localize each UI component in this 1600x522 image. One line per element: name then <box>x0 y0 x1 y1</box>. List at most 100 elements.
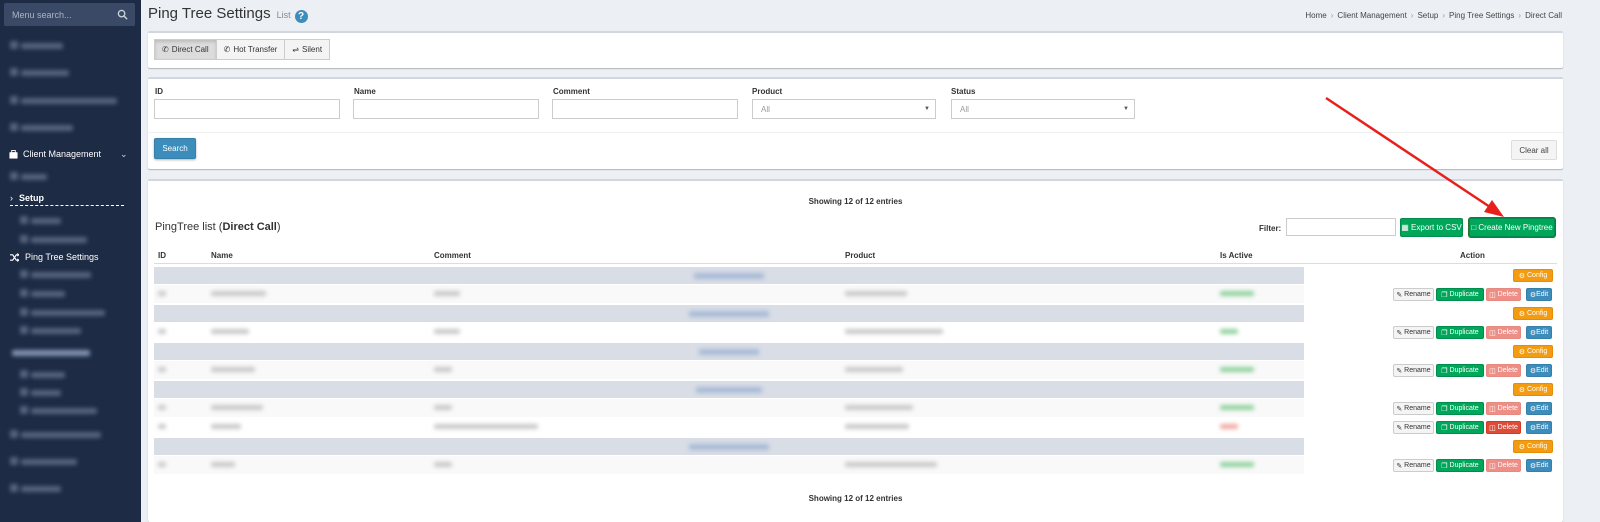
status-select-value: All <box>960 105 969 114</box>
breadcrumb-ping-tree-settings[interactable]: Ping Tree Settings <box>1449 11 1514 20</box>
breadcrumb-setup[interactable]: Setup <box>1417 11 1438 20</box>
product-select[interactable]: All ▼ <box>752 99 936 119</box>
breadcrumb-home[interactable]: Home <box>1305 11 1326 20</box>
sidebar-subitem-ping-tree-settings[interactable]: Ping Tree Settings <box>0 248 141 266</box>
delete-button[interactable]: ◫ Delete <box>1486 459 1521 472</box>
group-row <box>154 381 1304 398</box>
button-label: Duplicate <box>1449 462 1479 469</box>
sidebar-subitem-setup[interactable]: › Setup <box>10 191 124 206</box>
edit-button[interactable]: ⚙ Edit <box>1526 326 1552 339</box>
sidebar-item-blurred[interactable] <box>0 119 141 137</box>
rename-button[interactable]: ✎ Rename <box>1393 364 1434 377</box>
id-input[interactable] <box>154 99 340 119</box>
duplicate-button[interactable]: ❐ Duplicate <box>1436 288 1484 301</box>
config-button[interactable]: ⚙ Config <box>1513 269 1553 282</box>
column-header-is-active[interactable]: Is Active <box>1220 251 1253 260</box>
cogs-icon: ⚙ <box>1518 443 1526 451</box>
config-button[interactable]: ⚙ Config <box>1513 383 1553 396</box>
button-label: Rename <box>1404 462 1431 469</box>
rename-button[interactable]: ✎ Rename <box>1393 288 1434 301</box>
sidebar-subitem-blurred[interactable] <box>0 402 141 420</box>
status-select[interactable]: All ▼ <box>951 99 1135 119</box>
name-label: Name <box>354 87 376 96</box>
tab-hot-transfer[interactable]: ✆ Hot Transfer <box>216 39 286 60</box>
button-label: Create New Pingtree <box>1478 223 1553 232</box>
table-row <box>154 399 1304 417</box>
duplicate-button[interactable]: ❐ Duplicate <box>1436 402 1484 415</box>
clear-all-button[interactable]: Clear all <box>1511 140 1557 160</box>
entries-count-bottom: Showing 12 of 12 entries <box>808 494 903 503</box>
comment-input[interactable] <box>552 99 738 119</box>
tab-label: Direct Call <box>171 45 209 54</box>
export-csv-button[interactable]: ▦ Export to CSV <box>1400 218 1463 237</box>
breadcrumb-separator: › <box>1330 11 1334 20</box>
sidebar-item-blurred[interactable] <box>0 480 141 498</box>
config-button[interactable]: ⚙ Config <box>1513 307 1553 320</box>
sidebar-item-blurred[interactable] <box>0 92 141 110</box>
duplicate-button[interactable]: ❐ Duplicate <box>1436 421 1484 434</box>
sidebar-subitem-blurred[interactable] <box>0 384 141 402</box>
delete-button[interactable]: ◫ Delete <box>1486 288 1521 301</box>
delete-button[interactable]: ◫ Delete <box>1486 364 1521 377</box>
column-header-action: Action <box>1460 251 1485 260</box>
trash-icon: ◫ <box>1489 329 1496 337</box>
name-input[interactable] <box>353 99 539 119</box>
search-icon[interactable] <box>117 9 128 20</box>
sidebar-item-blurred[interactable] <box>0 64 141 82</box>
delete-button[interactable]: ◫ Delete <box>1486 402 1521 415</box>
delete-button[interactable]: ◫ Delete <box>1486 421 1521 434</box>
tab-direct-call[interactable]: ✆ Direct Call <box>154 39 217 60</box>
copy-icon: ❐ <box>1441 424 1448 432</box>
rename-button[interactable]: ✎ Rename <box>1393 421 1434 434</box>
column-header-name[interactable]: Name <box>211 251 233 260</box>
rename-button[interactable]: ✎ Rename <box>1393 402 1434 415</box>
sidebar-subitem-blurred[interactable] <box>0 212 141 230</box>
filter-input[interactable] <box>1286 218 1396 236</box>
entries-count-top: Showing 12 of 12 entries <box>808 197 903 206</box>
table-row <box>154 361 1304 379</box>
edit-button[interactable]: ⚙ Edit <box>1526 288 1552 301</box>
page-title: Ping Tree Settings <box>148 5 271 22</box>
sidebar-subitem-blurred[interactable] <box>0 285 141 303</box>
edit-button[interactable]: ⚙ Edit <box>1526 402 1552 415</box>
tab-silent[interactable]: ⇌ Silent <box>285 39 331 60</box>
tab-label: Hot Transfer <box>233 45 278 54</box>
chevron-right-icon: › <box>10 193 13 203</box>
sidebar-item-client-management[interactable]: Client Management ⌄ <box>0 145 141 163</box>
button-label: Delete <box>1497 291 1518 298</box>
edit-button[interactable]: ⚙ Edit <box>1526 364 1552 377</box>
button-label: Delete <box>1497 462 1518 469</box>
pencil-icon: ✎ <box>1396 405 1403 413</box>
sidebar-subitem-blurred[interactable] <box>0 231 141 249</box>
column-header-id[interactable]: ID <box>158 251 166 260</box>
create-new-pingtree-button[interactable]: □ Create New Pingtree <box>1469 218 1555 237</box>
help-icon[interactable]: ? <box>294 10 308 23</box>
column-header-comment[interactable]: Comment <box>434 251 471 260</box>
menu-search-input[interactable] <box>4 3 114 26</box>
sidebar-subitem-blurred[interactable] <box>0 168 141 186</box>
sidebar-item-blurred[interactable] <box>0 37 141 55</box>
search-button[interactable]: Search <box>154 138 196 159</box>
sidebar-subitem-blurred[interactable] <box>0 266 141 284</box>
sidebar-subitem-blurred[interactable] <box>0 322 141 340</box>
sidebar-subitem-blurred[interactable] <box>0 304 141 322</box>
button-label: Delete <box>1497 405 1518 412</box>
cogs-icon: ⚙ <box>1518 386 1526 394</box>
delete-button[interactable]: ◫ Delete <box>1486 326 1521 339</box>
rename-button[interactable]: ✎ Rename <box>1393 459 1434 472</box>
column-header-product[interactable]: Product <box>845 251 875 260</box>
sidebar-item-blurred[interactable] <box>0 426 141 444</box>
duplicate-button[interactable]: ❐ Duplicate <box>1436 326 1484 339</box>
duplicate-button[interactable]: ❐ Duplicate <box>1436 459 1484 472</box>
config-button[interactable]: ⚙ Config <box>1513 345 1553 358</box>
list-title-prefix: PingTree list ( <box>155 221 223 233</box>
config-button[interactable]: ⚙ Config <box>1513 440 1553 453</box>
edit-button[interactable]: ⚙ Edit <box>1526 459 1552 472</box>
duplicate-button[interactable]: ❐ Duplicate <box>1436 364 1484 377</box>
sidebar-item-blurred[interactable] <box>0 453 141 471</box>
breadcrumb-client-management[interactable]: Client Management <box>1337 11 1406 20</box>
status-label: Status <box>951 87 976 96</box>
sidebar-subitem-blurred[interactable] <box>0 366 141 384</box>
edit-button[interactable]: ⚙ Edit <box>1526 421 1552 434</box>
rename-button[interactable]: ✎ Rename <box>1393 326 1434 339</box>
